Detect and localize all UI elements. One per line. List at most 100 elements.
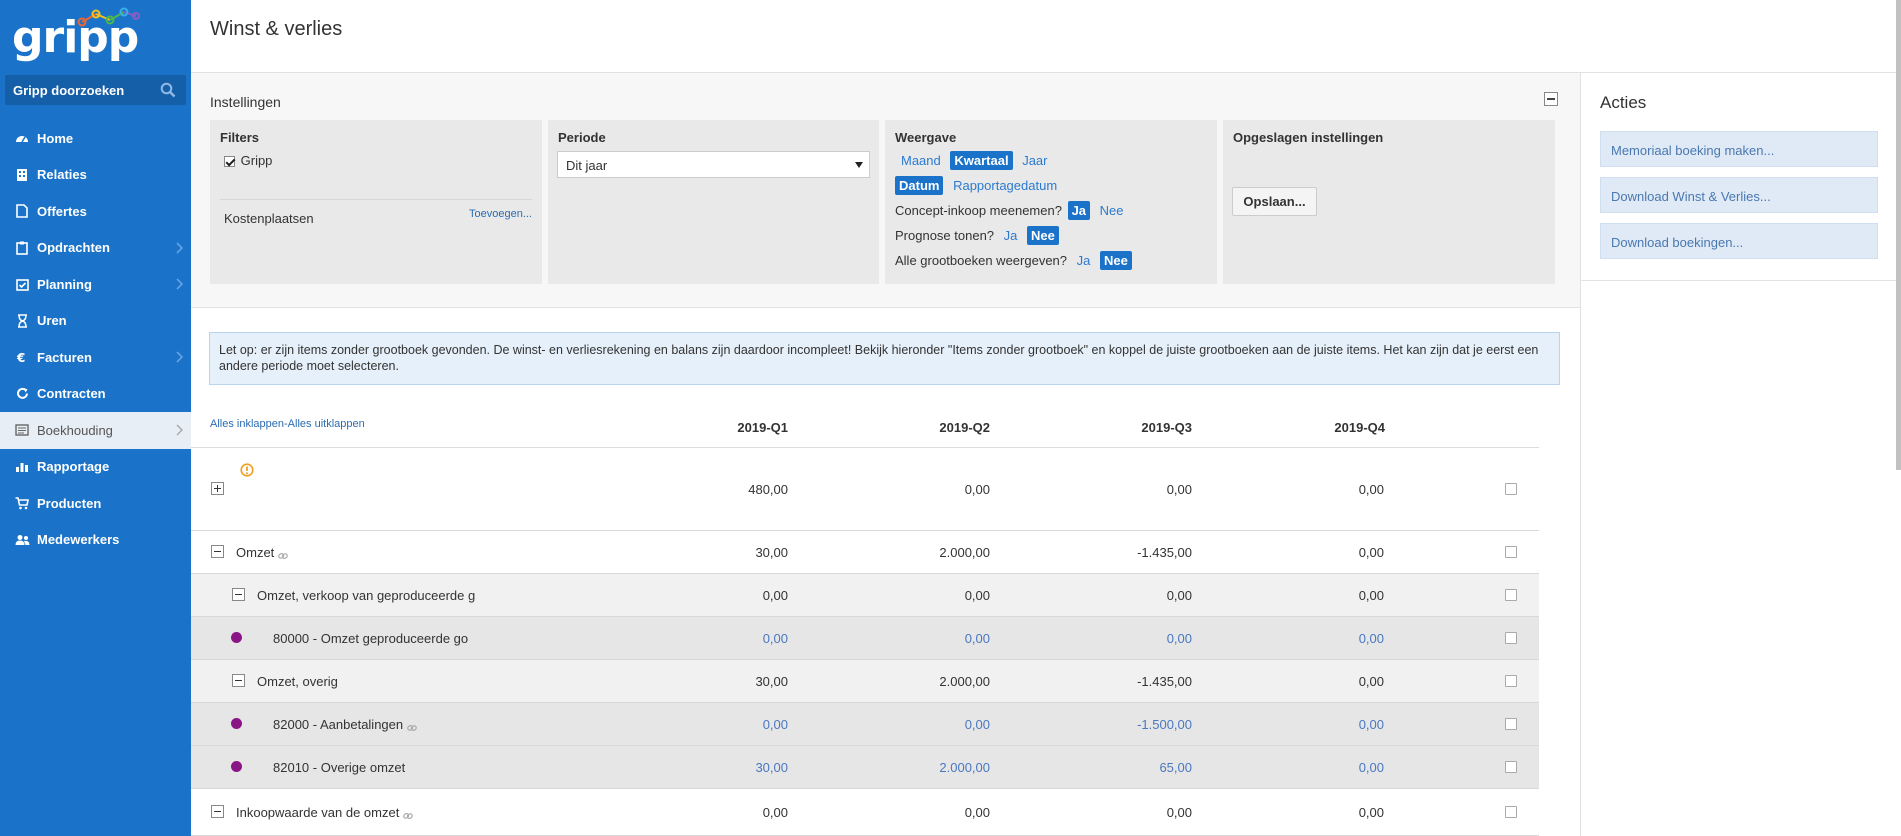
add-kostenplaats-link[interactable]: Toevoegen... bbox=[469, 208, 532, 220]
row-checkbox[interactable] bbox=[1505, 483, 1517, 495]
collapse-row-button[interactable] bbox=[232, 588, 245, 601]
link-icon[interactable] bbox=[403, 808, 414, 820]
sidebar-item-contracten[interactable]: Contracten bbox=[0, 376, 191, 413]
row-label-text: Omzet, overig bbox=[257, 673, 338, 689]
cell-q2[interactable]: 0,00 bbox=[850, 617, 990, 659]
option-jaar[interactable]: Jaar bbox=[1018, 151, 1051, 170]
sidebar-item-label: Boekhouding bbox=[37, 422, 113, 438]
download-winst-verlies-button[interactable]: Download Winst & Verlies... bbox=[1600, 177, 1878, 213]
expand-collapse-links: Alles inklappen-Alles uitklappen bbox=[210, 418, 365, 430]
cell-q2: 0,00 bbox=[964, 804, 990, 820]
save-settings-button[interactable]: Opslaan... bbox=[1232, 187, 1317, 216]
collapse-row-button[interactable] bbox=[211, 805, 224, 818]
sidebar-item-planning[interactable]: Planning bbox=[0, 266, 191, 303]
sidebar-item-home[interactable]: Home bbox=[0, 120, 191, 157]
sidebar-item-label: Offertes bbox=[37, 203, 87, 219]
cell-q1: 30,00 bbox=[755, 544, 788, 560]
collapse-row-button[interactable] bbox=[211, 545, 224, 558]
cell-q1: 480,00 bbox=[748, 481, 788, 497]
alle-no-option[interactable]: Nee bbox=[1100, 251, 1132, 270]
cell-q4[interactable]: 0,00 bbox=[1244, 746, 1384, 788]
sidebar-item-boekhouding[interactable]: Boekhouding bbox=[0, 412, 191, 449]
acties-title: Acties bbox=[1600, 93, 1647, 112]
row-label[interactable]: 82000 - Aanbetalingen bbox=[273, 703, 417, 745]
option-kwartaal[interactable]: Kwartaal bbox=[950, 151, 1013, 170]
cell-q2[interactable]: 0,00 bbox=[850, 703, 990, 745]
gripp-logo[interactable]: gripp bbox=[12, 6, 140, 66]
expand-row-button[interactable] bbox=[211, 482, 224, 495]
collapse-settings-button[interactable] bbox=[1544, 92, 1558, 106]
row-label[interactable]: 82010 - Overige omzet bbox=[273, 746, 405, 788]
row-checkbox[interactable] bbox=[1505, 675, 1517, 687]
dropdown-arrow-icon bbox=[855, 162, 863, 168]
sidebar-item-uren[interactable]: Uren bbox=[0, 303, 191, 340]
page-title: Winst & verlies bbox=[210, 18, 343, 40]
gripp-checkbox[interactable] bbox=[224, 156, 235, 168]
search-label: Gripp doorzoeken bbox=[13, 83, 125, 98]
euro-icon: € bbox=[13, 349, 31, 365]
cell-q4[interactable]: 0,00 bbox=[1244, 703, 1384, 745]
row-checkbox[interactable] bbox=[1505, 632, 1517, 644]
sidebar-item-rapportage[interactable]: Rapportage bbox=[0, 449, 191, 486]
row-checkbox[interactable] bbox=[1505, 806, 1517, 818]
option-maand[interactable]: Maand bbox=[897, 151, 945, 170]
cell-q4: 0,00 bbox=[1358, 481, 1384, 497]
link-icon[interactable] bbox=[407, 720, 417, 732]
sidebar-item-relaties[interactable]: Relaties bbox=[0, 157, 191, 194]
periode-select[interactable]: Dit jaar bbox=[557, 151, 870, 178]
sidebar-item-facturen[interactable]: € Facturen bbox=[0, 339, 191, 376]
concept-no-option[interactable]: Nee bbox=[1096, 201, 1128, 220]
cell-q1: 30,00 bbox=[755, 673, 788, 689]
page-scrollbar[interactable] bbox=[1896, 0, 1901, 470]
sidebar-item-opdrachten[interactable]: Opdrachten bbox=[0, 230, 191, 267]
cell-q2[interactable]: 2.000,00 bbox=[850, 746, 990, 788]
search-icon[interactable] bbox=[160, 82, 176, 98]
table-row: Omzet 30,00 2.000,00 -1.435,00 0,00 bbox=[191, 531, 1539, 574]
collapse-all-link[interactable]: Alles inklappen bbox=[210, 418, 284, 430]
row-label-text: 80000 - Omzet geproduceerde go bbox=[273, 630, 469, 646]
collapse-row-button[interactable] bbox=[232, 674, 245, 687]
periode-selected-value: Dit jaar bbox=[566, 158, 608, 173]
download-boekingen-button[interactable]: Download boekingen... bbox=[1600, 223, 1878, 259]
cell-q3[interactable]: 65,00 bbox=[1052, 746, 1192, 788]
warning-icon bbox=[240, 463, 254, 480]
sidebar-item-offertes[interactable]: Offertes bbox=[0, 193, 191, 230]
row-checkbox[interactable] bbox=[1505, 589, 1517, 601]
cell-q4: 0,00 bbox=[1358, 544, 1384, 560]
row-label[interactable]: 80000 - Omzet geproduceerde go bbox=[273, 617, 468, 659]
row-checkbox[interactable] bbox=[1505, 718, 1517, 730]
filters-title: Filters bbox=[220, 130, 260, 145]
prognose-no-option[interactable]: Nee bbox=[1027, 226, 1059, 245]
row-label-text: Inkoopwaarde van de omzet bbox=[236, 804, 400, 820]
prognose-row: Prognose tonen? Ja Nee bbox=[895, 226, 1059, 245]
row-label-text: 82010 - Overige omzet bbox=[273, 759, 406, 775]
cell-q3[interactable]: -1.500,00 bbox=[1052, 703, 1192, 745]
interval-options: Maand Kwartaal Jaar bbox=[895, 151, 1052, 170]
prognose-label: Prognose tonen? bbox=[895, 228, 995, 243]
cell-q1[interactable]: 30,00 bbox=[648, 746, 788, 788]
refresh-icon bbox=[13, 386, 31, 402]
row-label: Omzet, verkoop van geproduceerde g bbox=[257, 574, 475, 616]
cell-q4: 0,00 bbox=[1358, 673, 1384, 689]
concept-yes-option[interactable]: Ja bbox=[1067, 201, 1091, 220]
alle-yes-option[interactable]: Ja bbox=[1073, 251, 1095, 270]
bar-chart-icon bbox=[13, 459, 31, 475]
row-label-text: Omzet bbox=[236, 544, 275, 560]
link-icon[interactable] bbox=[278, 548, 289, 560]
option-rapportagedatum[interactable]: Rapportagedatum bbox=[949, 176, 1061, 195]
column-divider bbox=[1593, 574, 1594, 616]
option-datum[interactable]: Datum bbox=[895, 176, 944, 195]
search-bar[interactable]: Gripp doorzoeken bbox=[5, 75, 186, 105]
cell-q1[interactable]: 0,00 bbox=[648, 617, 788, 659]
cell-q1[interactable]: 0,00 bbox=[648, 703, 788, 745]
cell-q3[interactable]: 0,00 bbox=[1052, 617, 1192, 659]
cell-q4[interactable]: 0,00 bbox=[1244, 617, 1384, 659]
clipboard-icon bbox=[13, 240, 31, 256]
sidebar-item-producten[interactable]: Producten bbox=[0, 485, 191, 522]
row-checkbox[interactable] bbox=[1505, 546, 1517, 558]
expand-all-link[interactable]: Alles uitklappen bbox=[288, 418, 365, 430]
prognose-yes-option[interactable]: Ja bbox=[1000, 226, 1022, 245]
memoriaal-boeking-button[interactable]: Memoriaal boeking maken... bbox=[1600, 131, 1878, 167]
sidebar-item-medewerkers[interactable]: Medewerkers bbox=[0, 522, 191, 559]
row-checkbox[interactable] bbox=[1505, 761, 1517, 773]
